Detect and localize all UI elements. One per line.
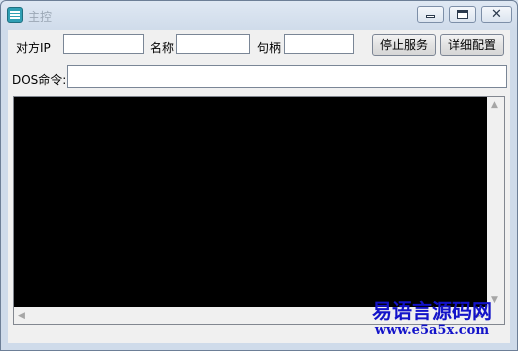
title-bar[interactable]: 主控 ✕ [1,1,517,31]
ip-input[interactable] [63,34,144,54]
watermark: 易语言源码网 www.e5a5x.com [357,299,507,339]
close-icon: ✕ [491,7,502,22]
minimize-button[interactable] [417,6,444,23]
watermark-url: www.e5a5x.com [374,323,490,338]
name-input[interactable] [176,34,250,54]
scroll-left-icon[interactable]: ◀ [18,311,25,321]
detailed-config-button[interactable]: 详细配置 [440,34,504,56]
scroll-up-icon[interactable]: ▲ [491,100,498,110]
stop-service-button[interactable]: 停止服务 [372,34,436,56]
window-title: 主控 [28,10,53,24]
ip-label: 对方IP [16,41,51,55]
app-icon [7,7,23,23]
dos-command-label: DOS命令: [12,73,67,87]
name-label: 名称 [150,41,175,55]
client-area: 对方IP 名称 句柄 停止服务 详细配置 DOS命令: ▲ ▼ ◀ ▶ [8,30,510,343]
handle-label: 句柄 [257,41,282,55]
maximize-button[interactable] [449,6,476,23]
console-output[interactable]: ▲ ▼ ◀ ▶ [13,96,505,325]
dos-command-input[interactable] [67,65,507,88]
minimize-icon [426,15,435,18]
close-button[interactable]: ✕ [481,6,512,23]
handle-input[interactable] [284,34,354,54]
maximize-icon [457,10,468,19]
watermark-title: 易语言源码网 [372,299,492,323]
vertical-scrollbar[interactable]: ▲ ▼ [487,97,504,308]
